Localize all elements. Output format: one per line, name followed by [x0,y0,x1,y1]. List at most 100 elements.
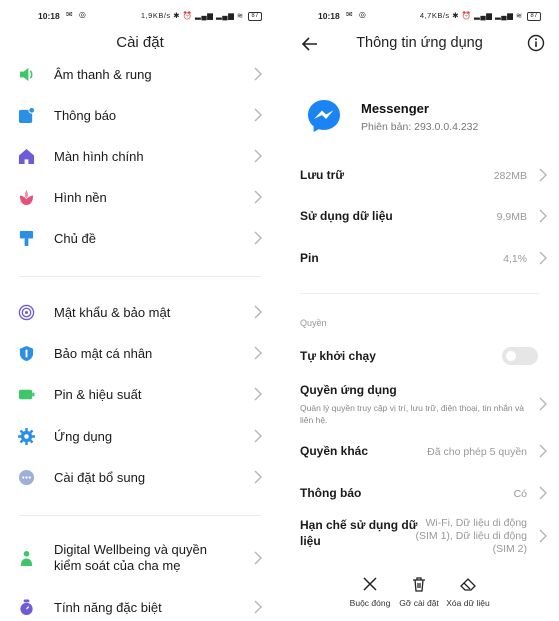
settings-item-label: Thông báo [54,108,117,123]
chevron-right-icon [539,529,547,543]
settings-item-label: Chủ đề [54,231,96,246]
chevron-right-icon [254,149,262,163]
sound-icon [19,67,33,82]
status-notification-icons: ✉ ◎ [66,10,88,19]
status-system-icons: ✱ ⏰ ▂▄▆ ▂▄▆ ≋ [173,11,244,20]
network-speed: 1,9KB/s [140,11,171,20]
clear-data-label: Xóa dữ liệu [446,598,490,608]
chevron-right-icon [254,470,262,484]
data-usage-label: Sử dụng dữ liệu [300,209,393,223]
settings-item-label: Digital Wellbeing và quyền kiểm soát của… [54,542,207,573]
chevron-right-icon [539,486,547,500]
settings-item-theme[interactable]: Chủ đề [0,221,280,257]
fingerprint-icon [18,304,35,321]
settings-item-sound[interactable]: Âm thanh & rung [0,57,280,93]
settings-item-special-features[interactable]: Tính năng đặc biệt [0,590,280,621]
data-usage-row[interactable]: Sử dụng dữ liệu 9,9MB [280,209,559,229]
status-time: 10:18 [318,11,340,21]
chevron-right-icon [539,397,547,411]
battery-label: Pin [300,251,319,265]
wallpaper-icon [19,189,34,206]
app-version: Phiên bản: 293.0.0.4.232 [361,121,479,133]
app-permissions-description: Quản lý quyền truy cập vị trí, lưu trữ, … [300,403,524,425]
settings-item-label: Màn hình chính [54,149,144,164]
section-divider [300,293,539,294]
storage-row[interactable]: Lưu trữ 282MB [280,168,559,188]
clear-data-button[interactable]: Xóa dữ liệu [433,576,503,608]
chevron-right-icon [254,600,262,614]
data-usage-value: 9,9MB [496,211,527,223]
other-permissions-value: Đã cho phép 5 quyền [427,446,527,458]
back-arrow-icon[interactable] [300,34,320,54]
settings-item-battery-performance[interactable]: Pin & hiệu suất [0,377,280,413]
section-divider [18,276,262,277]
settings-item-label: Pin & hiệu suất [54,387,142,402]
more-icon [18,469,35,486]
notification-icon [18,107,35,124]
settings-item-privacy[interactable]: Bảo mật cá nhân [0,336,280,372]
settings-screen: 10:18 ✉ ◎ 1,9KB/s ✱ ⏰ ▂▄▆ ▂▄▆ ≋ 87 Cài đ… [0,0,280,621]
battery-row[interactable]: Pin 4,1% [280,251,559,271]
status-right: 4,7KB/s ✱ ⏰ ▂▄▆ ▂▄▆ ≋ 87 [420,11,541,21]
status-notification-icons: ✉ ◎ [346,10,368,19]
battery-level: 87 [248,12,262,21]
chevron-right-icon [539,444,547,458]
app-permissions-label: Quyền ứng dụng [300,383,397,397]
settings-item-wallpaper[interactable]: Hình nền [0,180,280,216]
storage-label: Lưu trữ [300,168,345,182]
autostart-toggle[interactable] [502,347,538,365]
settings-item-home-screen[interactable]: Màn hình chính [0,139,280,175]
battery-icon [18,389,35,400]
status-bar: 10:18 ✉ ◎ 4,7KB/s ✱ ⏰ ▂▄▆ ▂▄▆ ≋ 87 [280,9,559,25]
other-permissions-label: Quyền khác [300,444,369,458]
chevron-right-icon [254,346,262,360]
chevron-right-icon [539,168,547,182]
chevron-right-icon [539,251,547,265]
chevron-right-icon [254,551,262,565]
settings-item-additional[interactable]: Cài đặt bổ sung [0,460,280,496]
special-features-icon [20,599,33,616]
settings-item-label: Ứng dụng [54,429,113,444]
battery-level: 87 [527,12,541,21]
app-name: Messenger [361,101,429,116]
notifications-label: Thông báo [300,486,362,500]
notifications-row[interactable]: Thông báo Có [280,486,559,506]
storage-value: 282MB [493,170,527,182]
restrict-data-label: Hạn chế sử dụng dữ liệu [300,518,418,548]
restrict-data-row[interactable]: Hạn chế sử dụng dữ liệu Wi-Fi, Dữ liệu d… [280,517,559,557]
status-right: 1,9KB/s ✱ ⏰ ▂▄▆ ▂▄▆ ≋ 87 [141,11,262,21]
other-permissions-row[interactable]: Quyền khác Đã cho phép 5 quyền [280,444,559,464]
chevron-right-icon [254,387,262,401]
close-icon [363,577,377,591]
settings-item-password-security[interactable]: Mật khẩu & bảo mật [0,295,280,331]
battery-value: 4,1% [503,253,527,265]
restrict-data-value: Wi-Fi, Dữ liệu di động (SIM 1), Dữ liệu … [415,517,528,555]
chevron-right-icon [254,108,262,122]
status-time: 10:18 [38,11,60,21]
chevron-right-icon [254,190,262,204]
chevron-right-icon [254,429,262,443]
action-bar: Buộc đóng Gỡ cài đặt Xóa dữ liệu [280,569,559,621]
notifications-value: Có [513,488,527,500]
autostart-label: Tự khởi chạy [300,349,376,363]
settings-item-label: Cài đặt bổ sung [54,470,146,485]
section-divider [18,515,262,516]
settings-item-digital-wellbeing[interactable]: Digital Wellbeing và quyền kiểm soát của… [0,541,280,577]
settings-item-label: Bảo mật cá nhân [54,346,153,361]
apps-gear-icon [18,428,35,445]
settings-item-label: Âm thanh & rung [54,67,152,82]
info-icon[interactable] [527,34,545,52]
app-info-screen: 10:18 ✉ ◎ 4,7KB/s ✱ ⏰ ▂▄▆ ▂▄▆ ≋ 87 Thông… [280,0,559,621]
chevron-right-icon [539,209,547,223]
home-icon [18,148,35,165]
settings-item-label: Mật khẩu & bảo mật [54,305,171,320]
settings-item-notifications[interactable]: Thông báo [0,98,280,134]
chevron-right-icon [254,67,262,81]
settings-item-apps[interactable]: Ứng dụng [0,419,280,455]
messenger-app-icon [308,100,340,132]
chevron-right-icon [254,231,262,245]
wellbeing-icon [20,550,33,567]
top-bar: Thông tin ứng dụng [280,30,559,60]
settings-item-label: Hình nền [54,190,107,205]
eraser-icon [460,578,476,591]
